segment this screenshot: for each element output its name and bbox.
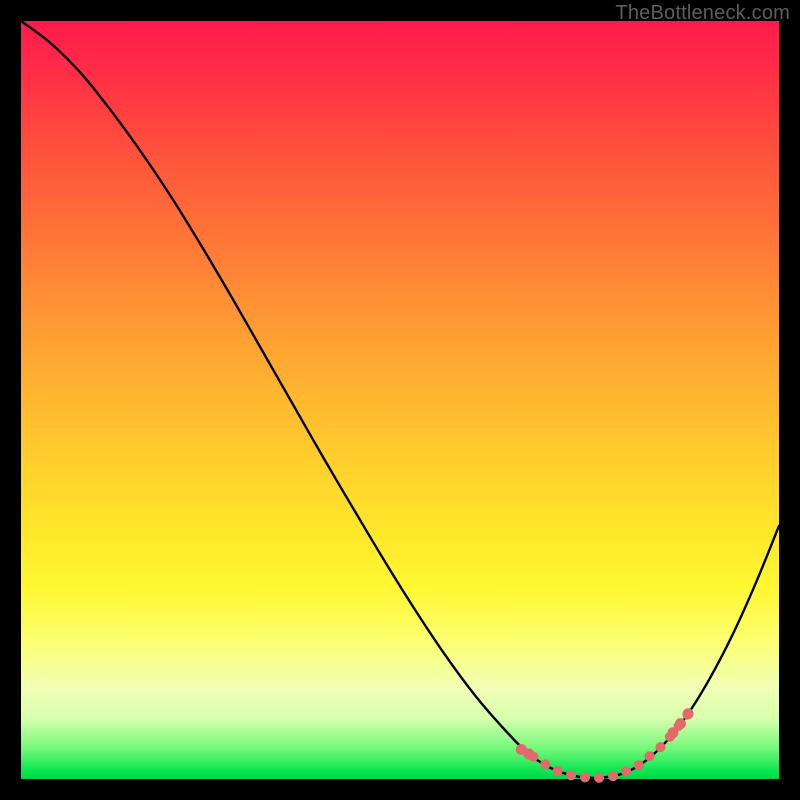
highlight-dot bbox=[667, 727, 678, 738]
highlight-dots bbox=[521, 714, 688, 778]
plot-area bbox=[21, 21, 779, 779]
highlight-dot bbox=[675, 718, 686, 729]
curve-layer bbox=[21, 21, 779, 779]
watermark-text: TheBottleneck.com bbox=[615, 2, 790, 25]
highlight-dot bbox=[523, 748, 534, 759]
chart-frame: TheBottleneck.com bbox=[0, 0, 800, 800]
bottleneck-curve bbox=[21, 21, 779, 778]
highlight-dot bbox=[683, 708, 694, 719]
